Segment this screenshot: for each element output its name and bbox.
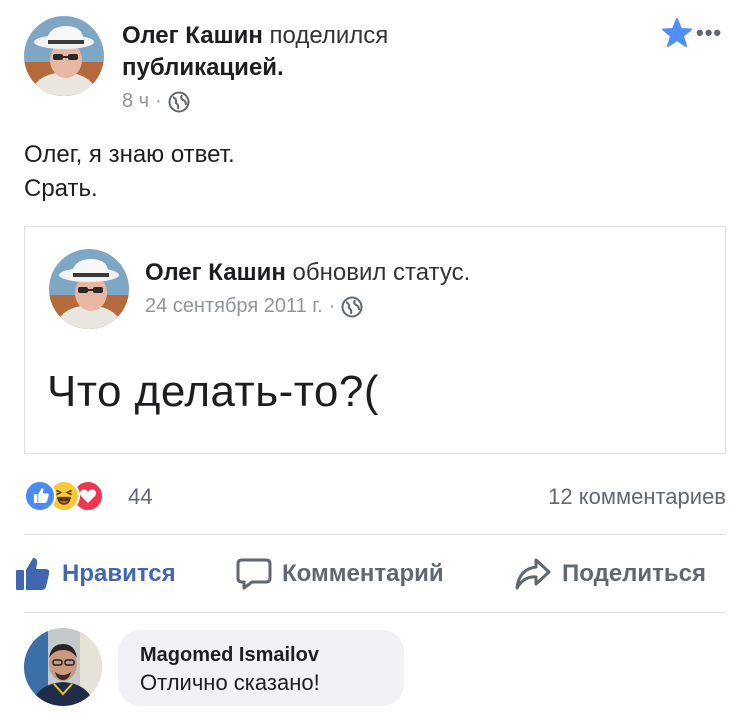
comment-label: Комментарий <box>282 560 444 587</box>
commenter-avatar[interactable] <box>24 628 102 706</box>
action-text: поделился <box>269 22 389 49</box>
more-icon[interactable]: ••• <box>696 22 722 44</box>
shared-post-date[interactable]: 24 сентября 2011 г. <box>145 295 323 318</box>
author-avatar[interactable] <box>24 16 104 96</box>
meta-separator: · <box>155 90 162 112</box>
comment-bubble-icon <box>236 558 272 590</box>
commenter-name[interactable]: Magomed Ismailov <box>140 642 382 668</box>
thumbs-up-icon <box>16 558 50 590</box>
divider <box>24 534 726 535</box>
like-label: Нравится <box>62 560 176 587</box>
globe-icon <box>168 91 190 112</box>
reactions-summary: 44 12 комментариев <box>24 480 726 514</box>
shared-author-line: Олег Кашин обновил статус. <box>145 257 605 289</box>
globe-icon <box>341 296 363 317</box>
post-author-line: Олег Кашин поделился публикацией. <box>122 22 389 81</box>
post-text-line: Олег, я знаю ответ. <box>24 141 235 168</box>
shared-author-avatar[interactable] <box>49 249 129 329</box>
divider <box>24 612 726 613</box>
post-header: Олег Кашин поделился публикацией. 8 ч · … <box>24 16 724 116</box>
share-button[interactable]: Поделиться <box>514 552 706 596</box>
comment-bubble[interactable]: Magomed Ismailov Отлично сказано! <box>118 630 404 706</box>
reactions-count[interactable]: 44 <box>128 484 152 510</box>
post-actions: Нравится Комментарий Поделиться <box>14 552 739 596</box>
like-reaction-icon <box>24 480 56 512</box>
shared-author-name[interactable]: Олег Кашин <box>145 259 286 286</box>
shared-post-meta: 24 сентября 2011 г. · <box>145 295 363 318</box>
comment-text: Отлично сказано! <box>140 670 320 695</box>
meta-separator: · <box>328 295 336 317</box>
reaction-icons[interactable] <box>24 480 104 512</box>
like-button[interactable]: Нравится <box>14 552 176 596</box>
action-object-link[interactable]: публикацией <box>122 54 277 81</box>
shared-action-text: обновил статус. <box>292 259 471 286</box>
comments-count[interactable]: 12 комментариев <box>548 484 726 510</box>
share-arrow-icon <box>515 558 551 590</box>
post-text: Олег, я знаю ответ. Срать. <box>24 138 235 206</box>
comment: Magomed Ismailov Отлично сказано! <box>24 628 724 712</box>
post-meta: 8 ч · <box>122 90 190 113</box>
post-text-line: Срать. <box>24 175 98 202</box>
shared-post-card[interactable]: Олег Кашин обновил статус. 24 сентября 2… <box>24 226 726 454</box>
author-name[interactable]: Олег Кашин <box>122 22 263 49</box>
shared-post-text: Что делать-то?( <box>47 367 380 416</box>
share-label: Поделиться <box>562 560 707 587</box>
star-icon[interactable] <box>660 16 694 50</box>
post-time[interactable]: 8 ч <box>122 90 149 113</box>
comment-button[interactable]: Комментарий <box>236 552 444 596</box>
